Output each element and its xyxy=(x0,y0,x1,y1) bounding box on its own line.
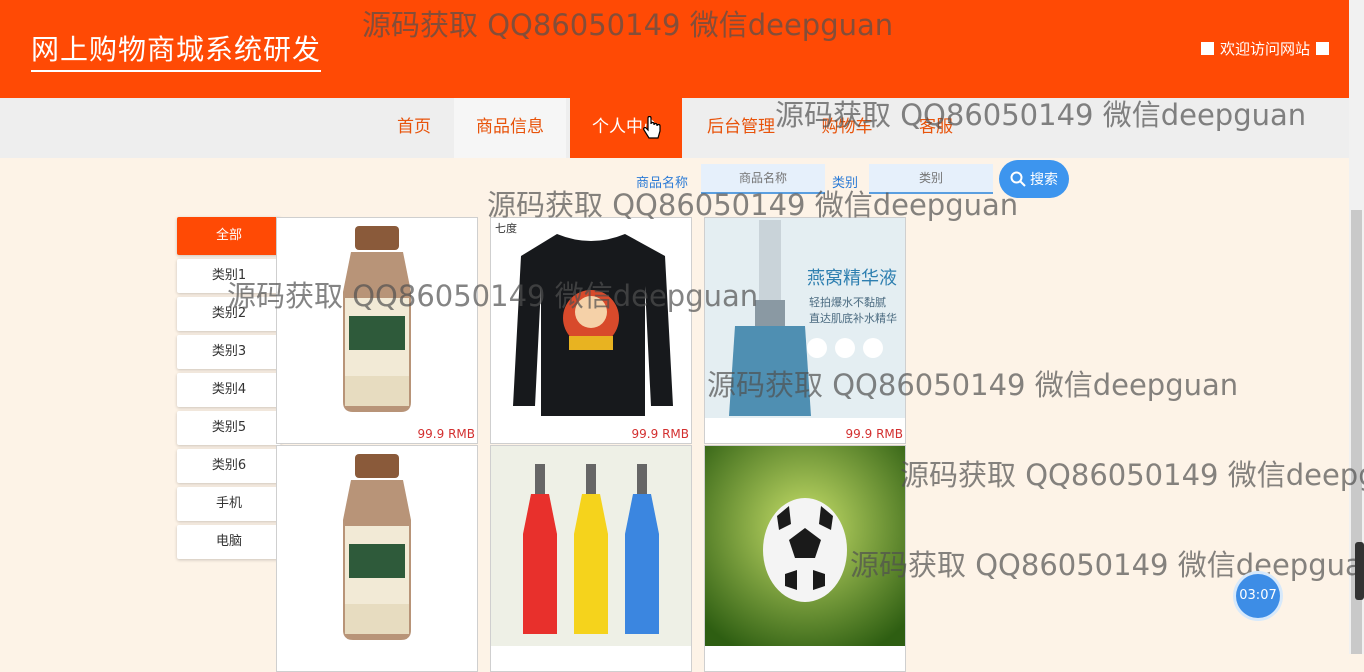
essence-line1-text: 轻拍爆水不黏腻 xyxy=(809,295,886,309)
essence-line2-text: 直达肌底补水精华 xyxy=(809,311,897,325)
black-tshirt-image: 七度 xyxy=(491,218,691,418)
category-phone[interactable]: 手机 xyxy=(177,487,281,521)
category-6[interactable]: 类别6 xyxy=(177,449,281,483)
category-3[interactable]: 类别3 xyxy=(177,335,281,369)
search-button[interactable]: 搜索 xyxy=(999,160,1069,198)
welcome-label: 欢迎访问网站 xyxy=(1219,40,1310,58)
site-title[interactable]: 网上购物商城系统研发 xyxy=(31,28,322,72)
product-card[interactable] xyxy=(704,445,906,672)
tshirt-brand-text: 七度 xyxy=(495,221,517,235)
main-nav: 首页 商品信息 个人中心 后台管理 购物车 客服 xyxy=(0,98,1349,158)
welcome-text: 欢迎访问网站 xyxy=(1200,38,1329,59)
site-header: 网上购物商城系统研发 欢迎访问网站 xyxy=(0,0,1349,98)
nav-cart[interactable]: 购物车 xyxy=(810,98,884,158)
product-price: 99.9 RMB xyxy=(631,427,689,441)
soccer-ball-image xyxy=(705,446,905,646)
product-name-input[interactable] xyxy=(701,164,825,194)
category-4[interactable]: 类别4 xyxy=(177,373,281,407)
category-all[interactable]: 全部 xyxy=(177,217,281,255)
product-card[interactable]: 99.9 RMB xyxy=(276,217,478,444)
watermark-text: 源码获取 QQ86050149 微信deepguan xyxy=(850,548,1364,582)
product-price: 99.9 RMB xyxy=(417,427,475,441)
square-icon xyxy=(1200,42,1214,55)
nav-admin[interactable]: 后台管理 xyxy=(694,98,788,158)
colorful-bottles-image xyxy=(491,446,691,646)
category-label: 类别 xyxy=(832,176,859,191)
category-2[interactable]: 类别2 xyxy=(177,297,281,331)
nav-personal-center[interactable]: 个人中心 xyxy=(570,98,682,158)
product-name-label: 商品名称 xyxy=(636,176,689,191)
product-card[interactable]: 七度 99.9 RMB xyxy=(490,217,692,444)
side-widget[interactable] xyxy=(1355,542,1364,600)
category-input[interactable] xyxy=(869,164,993,194)
square-icon xyxy=(1316,42,1329,55)
product-card[interactable]: 燕窝精华液 轻拍爆水不黏腻 直达肌底补水精华 99.9 RMB xyxy=(704,217,906,444)
nav-products[interactable]: 商品信息 xyxy=(454,98,566,158)
watermark-text: 源码获取 QQ86050149 微信deepguan xyxy=(900,458,1364,492)
hand-cursor-icon xyxy=(643,116,661,139)
milk-tea-bottle-image xyxy=(277,218,477,418)
timer-badge[interactable]: 03:07 xyxy=(1236,574,1280,618)
essence-title-text: 燕窝精华液 xyxy=(807,268,897,289)
product-card[interactable] xyxy=(276,445,478,672)
milk-tea-bottle-image xyxy=(277,446,477,646)
category-computer[interactable]: 电脑 xyxy=(177,525,281,559)
nav-service[interactable]: 客服 xyxy=(906,98,966,158)
search-icon xyxy=(1010,171,1026,187)
category-5[interactable]: 类别5 xyxy=(177,411,281,445)
category-1[interactable]: 类别1 xyxy=(177,259,281,293)
search-button-label: 搜索 xyxy=(1030,172,1058,188)
bird-nest-essence-image: 燕窝精华液 轻拍爆水不黏腻 直达肌底补水精华 xyxy=(705,218,905,418)
product-card[interactable] xyxy=(490,445,692,672)
product-price: 99.9 RMB xyxy=(845,427,903,441)
nav-home[interactable]: 首页 xyxy=(384,98,444,158)
